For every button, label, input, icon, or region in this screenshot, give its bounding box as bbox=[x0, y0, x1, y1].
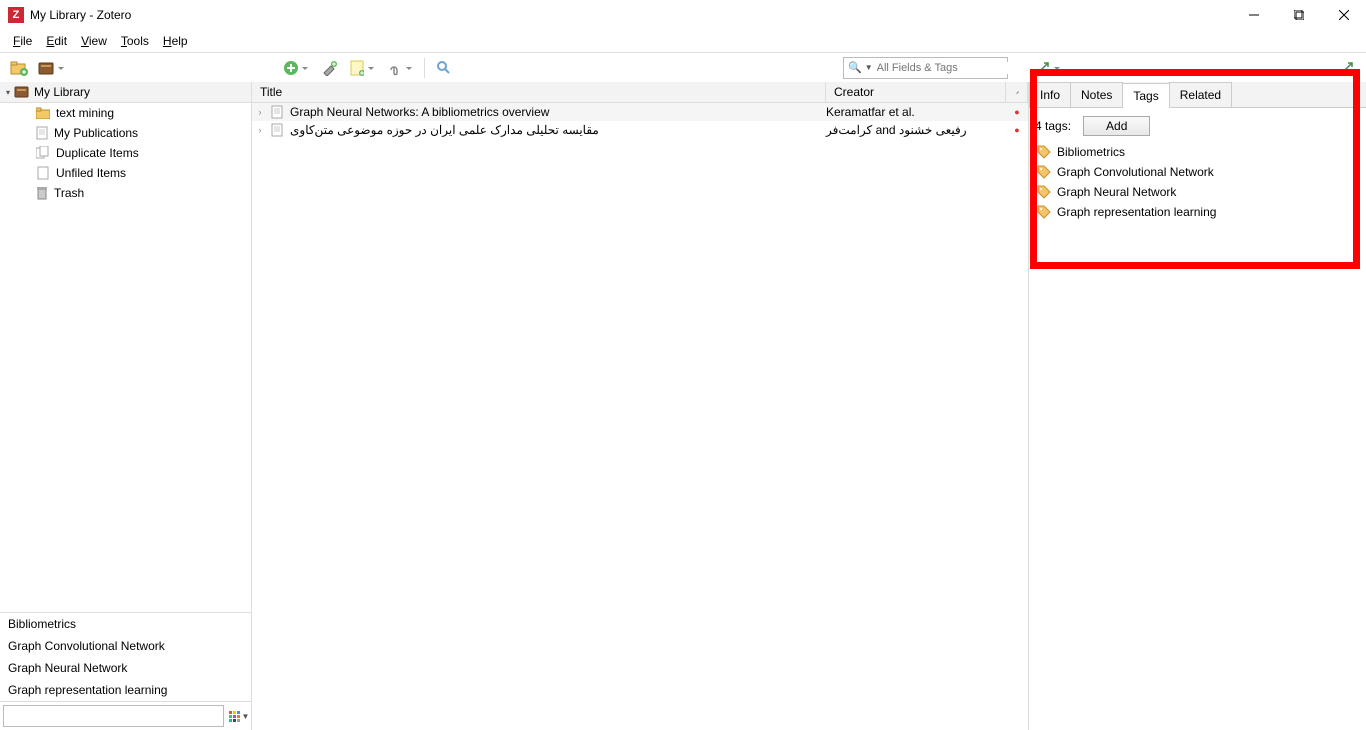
tag-selector-menu[interactable]: ▼ bbox=[227, 702, 251, 730]
item-title: Graph Neural Networks: A bibliometrics o… bbox=[286, 105, 826, 119]
color-grid-icon bbox=[229, 711, 240, 722]
item-tag-label: Graph representation learning bbox=[1057, 205, 1216, 219]
menu-edit[interactable]: Edit bbox=[39, 32, 74, 50]
item-row[interactable]: › Graph Neural Networks: A bibliometrics… bbox=[252, 103, 1028, 121]
toolbar-separator bbox=[424, 58, 425, 78]
item-attachment-indicator: ● bbox=[1006, 107, 1028, 117]
column-title[interactable]: Title bbox=[252, 82, 826, 102]
maximize-button[interactable] bbox=[1276, 0, 1321, 30]
library-root[interactable]: ▾ My Library bbox=[0, 82, 251, 103]
item-creator: Keramatfar et al. bbox=[826, 105, 1006, 119]
add-tag-button[interactable]: Add bbox=[1083, 116, 1150, 136]
locate-button[interactable] bbox=[1032, 57, 1054, 79]
items-pane: Title Creator › Graph Neural Networks: A… bbox=[252, 82, 1029, 730]
item-tag[interactable]: Graph representation learning bbox=[1029, 202, 1366, 222]
search-mode-dropdown[interactable]: ▼ bbox=[865, 63, 873, 72]
trash-item[interactable]: Trash bbox=[0, 183, 251, 203]
add-attachment-button[interactable] bbox=[384, 57, 406, 79]
search-input[interactable] bbox=[877, 62, 1019, 74]
attachment-icon bbox=[1014, 86, 1019, 98]
item-tags-list: Bibliometrics Graph Convolutional Networ… bbox=[1029, 140, 1366, 224]
column-attachment[interactable] bbox=[1006, 82, 1028, 102]
item-type-icon bbox=[268, 123, 286, 137]
new-library-button[interactable] bbox=[36, 57, 58, 79]
unfiled-icon bbox=[36, 166, 50, 180]
collections-pane: ▾ My Library text mining My Publications… bbox=[0, 82, 252, 730]
item-row[interactable]: › مقایسه تحلیلی مدارک علمی ایران در حوزه… bbox=[252, 121, 1028, 139]
expand-toggle[interactable]: › bbox=[252, 125, 268, 135]
item-tag-label: Bibliometrics bbox=[1057, 145, 1125, 159]
new-item-button[interactable] bbox=[280, 57, 302, 79]
trash-label: Trash bbox=[54, 186, 84, 200]
app-icon: Z bbox=[8, 7, 24, 23]
titlebar: Z My Library - Zotero bbox=[0, 0, 1366, 30]
unfiled-items-label: Unfiled Items bbox=[56, 166, 126, 180]
minimize-button[interactable] bbox=[1231, 0, 1276, 30]
column-creator[interactable]: Creator bbox=[826, 82, 1006, 102]
tag-selector-tag[interactable]: Bibliometrics bbox=[0, 613, 251, 635]
tag-icon bbox=[1037, 165, 1051, 179]
my-publications-label: My Publications bbox=[54, 126, 138, 140]
menubar: File Edit View Tools Help bbox=[0, 30, 1366, 52]
advanced-search-button[interactable] bbox=[433, 57, 455, 79]
item-tag-label: Graph Convolutional Network bbox=[1057, 165, 1214, 179]
column-headers: Title Creator bbox=[252, 82, 1028, 103]
item-tag-label: Graph Neural Network bbox=[1057, 185, 1176, 199]
folder-icon bbox=[36, 107, 50, 119]
tag-selector-tag[interactable]: Graph representation learning bbox=[0, 679, 251, 701]
tag-icon bbox=[1037, 145, 1051, 159]
menu-file[interactable]: File bbox=[6, 32, 39, 50]
new-note-button[interactable] bbox=[346, 57, 368, 79]
quick-search[interactable]: 🔍 ▼ bbox=[843, 57, 1008, 79]
trash-icon bbox=[36, 186, 48, 200]
my-publications-item[interactable]: My Publications bbox=[0, 123, 251, 143]
item-tag[interactable]: Graph Convolutional Network bbox=[1029, 162, 1366, 182]
window-title: My Library - Zotero bbox=[30, 8, 1231, 22]
duplicate-items-item[interactable]: Duplicate Items bbox=[0, 143, 251, 163]
expand-toggle[interactable]: › bbox=[252, 107, 268, 117]
chevron-down-icon: ▾ bbox=[6, 88, 10, 97]
tab-info[interactable]: Info bbox=[1029, 82, 1071, 107]
tag-selector-tag[interactable]: Graph Neural Network bbox=[0, 657, 251, 679]
collection-label: text mining bbox=[56, 106, 114, 120]
tab-tags[interactable]: Tags bbox=[1122, 83, 1169, 108]
duplicate-items-label: Duplicate Items bbox=[56, 146, 139, 160]
item-attachment-indicator: ● bbox=[1006, 125, 1028, 135]
main-area: ▾ My Library text mining My Publications… bbox=[0, 82, 1366, 730]
unfiled-items-item[interactable]: Unfiled Items bbox=[0, 163, 251, 183]
duplicate-icon bbox=[36, 146, 50, 160]
tag-filter-input[interactable] bbox=[3, 705, 224, 727]
menu-view[interactable]: View bbox=[74, 32, 114, 50]
tab-related[interactable]: Related bbox=[1169, 82, 1232, 107]
toolbar: 🔍 ▼ bbox=[0, 52, 1366, 82]
item-tag[interactable]: Graph Neural Network bbox=[1029, 182, 1366, 202]
item-tag[interactable]: Bibliometrics bbox=[1029, 142, 1366, 162]
item-detail-pane: Info Notes Tags Related 4 tags: Add Bibl… bbox=[1029, 82, 1366, 730]
tag-count-label: 4 tags: bbox=[1035, 119, 1071, 133]
library-root-label: My Library bbox=[34, 85, 90, 99]
add-by-identifier-button[interactable] bbox=[318, 57, 340, 79]
tag-icon bbox=[1037, 185, 1051, 199]
menu-help[interactable]: Help bbox=[156, 32, 195, 50]
tag-icon bbox=[1037, 205, 1051, 219]
tab-notes[interactable]: Notes bbox=[1070, 82, 1123, 107]
item-title: مقایسه تحلیلی مدارک علمی ایران در حوزه م… bbox=[286, 123, 826, 137]
page-icon bbox=[36, 126, 48, 140]
search-icon: 🔍 bbox=[848, 61, 862, 74]
item-creator: کرامت‌فر and رفیعی خشنود bbox=[826, 123, 1006, 137]
tag-selector-tag[interactable]: Graph Convolutional Network bbox=[0, 635, 251, 657]
menu-tools[interactable]: Tools bbox=[114, 32, 156, 50]
new-collection-button[interactable] bbox=[8, 57, 30, 79]
item-type-icon bbox=[268, 105, 286, 119]
detail-tabs: Info Notes Tags Related bbox=[1029, 82, 1366, 108]
tag-selector: Bibliometrics Graph Convolutional Networ… bbox=[0, 612, 251, 730]
close-button[interactable] bbox=[1321, 0, 1366, 30]
library-icon bbox=[14, 85, 30, 99]
collection-item[interactable]: text mining bbox=[0, 103, 251, 123]
sync-button[interactable] bbox=[1336, 57, 1358, 79]
